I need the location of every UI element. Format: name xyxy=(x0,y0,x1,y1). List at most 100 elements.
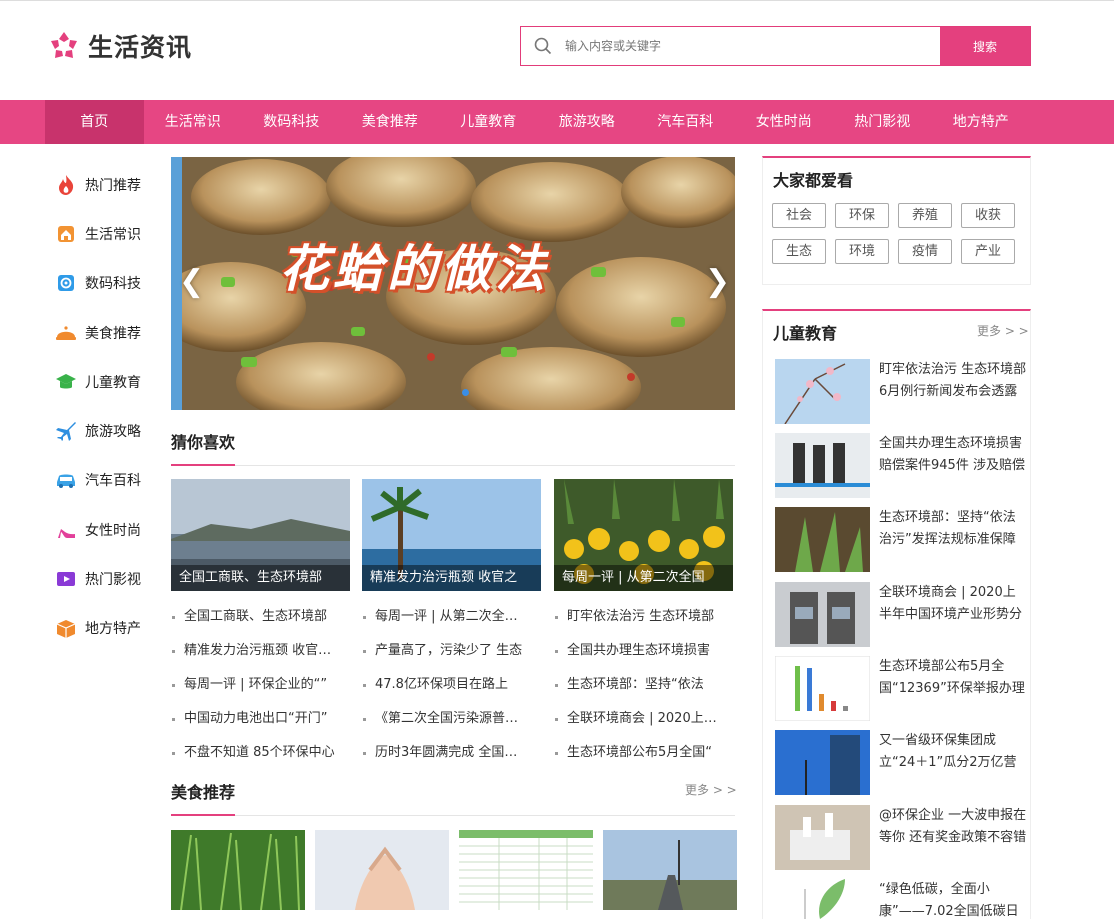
news-title: 生态环境部公布5月全国“12369”环保举报办理 xyxy=(879,659,1025,696)
banner-next-arrow[interactable]: ❯ xyxy=(705,262,730,302)
tag[interactable]: 疫情 xyxy=(898,239,952,264)
more-link-food[interactable]: 更多 > > xyxy=(685,781,737,798)
sidebar-item-hot[interactable]: 热门推荐 xyxy=(55,160,165,209)
tag[interactable]: 收获 xyxy=(961,203,1015,228)
carousel-dots xyxy=(462,389,469,396)
food-thumb[interactable] xyxy=(171,830,305,910)
sidebar-item-label: 数码科技 xyxy=(85,276,141,293)
list-item[interactable]: 《第二次全国污染源普查》 xyxy=(362,702,527,736)
video-play-icon xyxy=(55,568,77,590)
guess-card[interactable]: 精准发力治污瓶颈 收官之 xyxy=(362,479,541,591)
list-item[interactable]: 生态环境部公布5月全国“ xyxy=(554,736,719,770)
food-thumb[interactable] xyxy=(315,830,449,910)
food-thumb[interactable] xyxy=(603,830,737,910)
list-item[interactable]: 每周一评 | 从第二次全国污 xyxy=(362,600,527,634)
section-divider xyxy=(171,815,735,816)
nav-item-food[interactable]: 美食推荐 xyxy=(341,100,440,144)
list-item[interactable]: 47.8亿环保项目在路上 xyxy=(362,668,527,702)
food-thumb[interactable] xyxy=(459,830,593,910)
news-title: 生态环境部：坚持“依法治污”发挥法规标准保障 xyxy=(879,510,1016,547)
tag-cloud: 社会 环保 养殖 收获 生态 环境 疫情 产业 xyxy=(772,203,1022,264)
high-heel-icon xyxy=(55,519,77,541)
news-item[interactable]: 全联环境商会 | 2020上半年中国环境产业形势分析 xyxy=(775,582,1025,648)
news-thumb xyxy=(775,433,870,498)
news-item[interactable]: 生态环境部：坚持“依法治污”发挥法规标准保障 xyxy=(775,507,1025,573)
nav-item-life-tips[interactable]: 生活常识 xyxy=(144,100,243,144)
guess-card[interactable]: 每周一评 | 从第二次全国 xyxy=(554,479,733,591)
news-thumb xyxy=(775,507,870,572)
search-input[interactable] xyxy=(565,27,940,65)
news-title: 又一省级环保集团成立“24＋1”瓜分2万亿营收 xyxy=(879,733,1017,770)
guess-list-2: 每周一评 | 从第二次全国污 产量高了，污染少了 生态 47.8亿环保项目在路上… xyxy=(362,600,527,770)
list-item[interactable]: 产量高了，污染少了 生态 xyxy=(362,634,527,668)
tag[interactable]: 产业 xyxy=(961,239,1015,264)
nav-item-women-fashion[interactable]: 女性时尚 xyxy=(735,100,834,144)
list-item[interactable]: 历时3年圆满完成 全国污染 xyxy=(362,736,527,770)
news-thumb xyxy=(775,879,870,919)
nav-item-movies[interactable]: 热门影视 xyxy=(833,100,932,144)
news-item[interactable]: 生态环境部公布5月全国“12369”环保举报办理 xyxy=(775,656,1025,722)
banner-carousel[interactable]: 花蛤的做法 ❮ ❯ xyxy=(171,157,735,410)
news-title: 全联环境商会 | 2020上半年中国环境产业形势分析 xyxy=(879,585,1023,622)
logo-icon xyxy=(51,32,77,58)
sidebar-item-label: 热门推荐 xyxy=(85,177,141,194)
news-item[interactable]: @环保企业 一大波申报在等你 还有奖金政策不容错 xyxy=(775,805,1027,871)
tag[interactable]: 养殖 xyxy=(898,203,952,228)
sidebar-item-label: 旅游攻略 xyxy=(85,424,141,441)
site-title: 生活资讯 xyxy=(88,33,193,62)
tag[interactable]: 生态 xyxy=(772,239,826,264)
news-thumb xyxy=(775,656,870,721)
nav-item-kids-education[interactable]: 儿童教育 xyxy=(439,100,538,144)
flame-icon xyxy=(55,174,77,196)
guess-card[interactable]: 全国工商联、生态环境部 xyxy=(171,479,350,591)
graduation-cap-icon xyxy=(55,371,77,393)
carousel-dot[interactable] xyxy=(462,389,469,396)
list-item[interactable]: 全联环境商会 | 2020上半年 xyxy=(554,702,719,736)
nav-item-local-specialty[interactable]: 地方特产 xyxy=(932,100,1031,144)
list-item[interactable]: 中国动力电池出口“开门” xyxy=(171,702,336,736)
list-item[interactable]: 不盘不知道 85个环保中心 xyxy=(171,736,336,770)
section-title-popular: 大家都爱看 xyxy=(773,171,854,190)
news-item[interactable]: 全国共办理生态环境损害赔偿案件945件 涉及赔偿 xyxy=(775,433,1025,499)
card-caption: 全国工商联、生态环境部 xyxy=(171,565,350,591)
site-logo[interactable]: 生活资讯 xyxy=(48,28,192,64)
list-item[interactable]: 每周一评 | 环保企业的“” xyxy=(171,668,336,702)
section-accent xyxy=(171,814,235,816)
news-item[interactable]: 盯牢依法治污 生态环境部6月例行新闻发布会透露出 xyxy=(775,359,1026,425)
list-item[interactable]: 生态环境部：坚持“依法 xyxy=(554,668,719,702)
sidebar-item-movies[interactable]: 热门影视 xyxy=(55,554,165,603)
sidebar-item-travel[interactable]: 旅游攻略 xyxy=(55,406,165,455)
car-icon xyxy=(55,469,77,491)
gift-box-icon xyxy=(55,617,77,639)
news-item[interactable]: “绿色低碳，全面小康”——7.02全国低碳日 xyxy=(775,879,1025,919)
nav-item-digital-tech[interactable]: 数码科技 xyxy=(242,100,341,144)
sidebar-item-food[interactable]: 美食推荐 xyxy=(55,308,165,357)
news-thumb xyxy=(775,359,870,424)
dish-icon xyxy=(55,322,77,344)
news-title: @环保企业 一大波申报在等你 还有奖金政策不容错 xyxy=(879,808,1027,845)
search-bar: 搜索 xyxy=(520,26,1031,66)
nav-item-travel[interactable]: 旅游攻略 xyxy=(538,100,637,144)
news-item[interactable]: 又一省级环保集团成立“24＋1”瓜分2万亿营收 xyxy=(775,730,1025,796)
banner-prev-arrow[interactable]: ❮ xyxy=(179,262,204,302)
nav-item-cars[interactable]: 汽车百科 xyxy=(636,100,735,144)
nav-item-home[interactable]: 首页 xyxy=(45,100,144,144)
sidebar-item-label: 热门影视 xyxy=(85,572,141,589)
news-thumb xyxy=(775,805,870,870)
sidebar-item-cars[interactable]: 汽车百科 xyxy=(55,456,165,505)
list-item[interactable]: 精准发力治污瓶颈 收官之年 xyxy=(171,634,336,668)
list-item[interactable]: 全国共办理生态环境损害 xyxy=(554,634,719,668)
sidebar-item-local-specialty[interactable]: 地方特产 xyxy=(55,604,165,653)
more-link-kids[interactable]: 更多 > > xyxy=(977,322,1029,339)
list-item[interactable]: 盯牢依法治污 生态环境部 xyxy=(554,600,719,634)
tag[interactable]: 环境 xyxy=(835,239,889,264)
sidebar-item-life-tips[interactable]: 生活常识 xyxy=(55,209,165,258)
tag[interactable]: 环保 xyxy=(835,203,889,228)
tag[interactable]: 社会 xyxy=(772,203,826,228)
main-nav: 首页 生活常识 数码科技 美食推荐 儿童教育 旅游攻略 汽车百科 女性时尚 热门… xyxy=(0,100,1114,144)
sidebar-item-kids-education[interactable]: 儿童教育 xyxy=(55,357,165,406)
sidebar-item-women-fashion[interactable]: 女性时尚 xyxy=(55,505,165,554)
search-button[interactable]: 搜索 xyxy=(940,27,1030,65)
list-item[interactable]: 全国工商联、生态环境部 xyxy=(171,600,336,634)
sidebar-item-digital-tech[interactable]: 数码科技 xyxy=(55,259,165,308)
